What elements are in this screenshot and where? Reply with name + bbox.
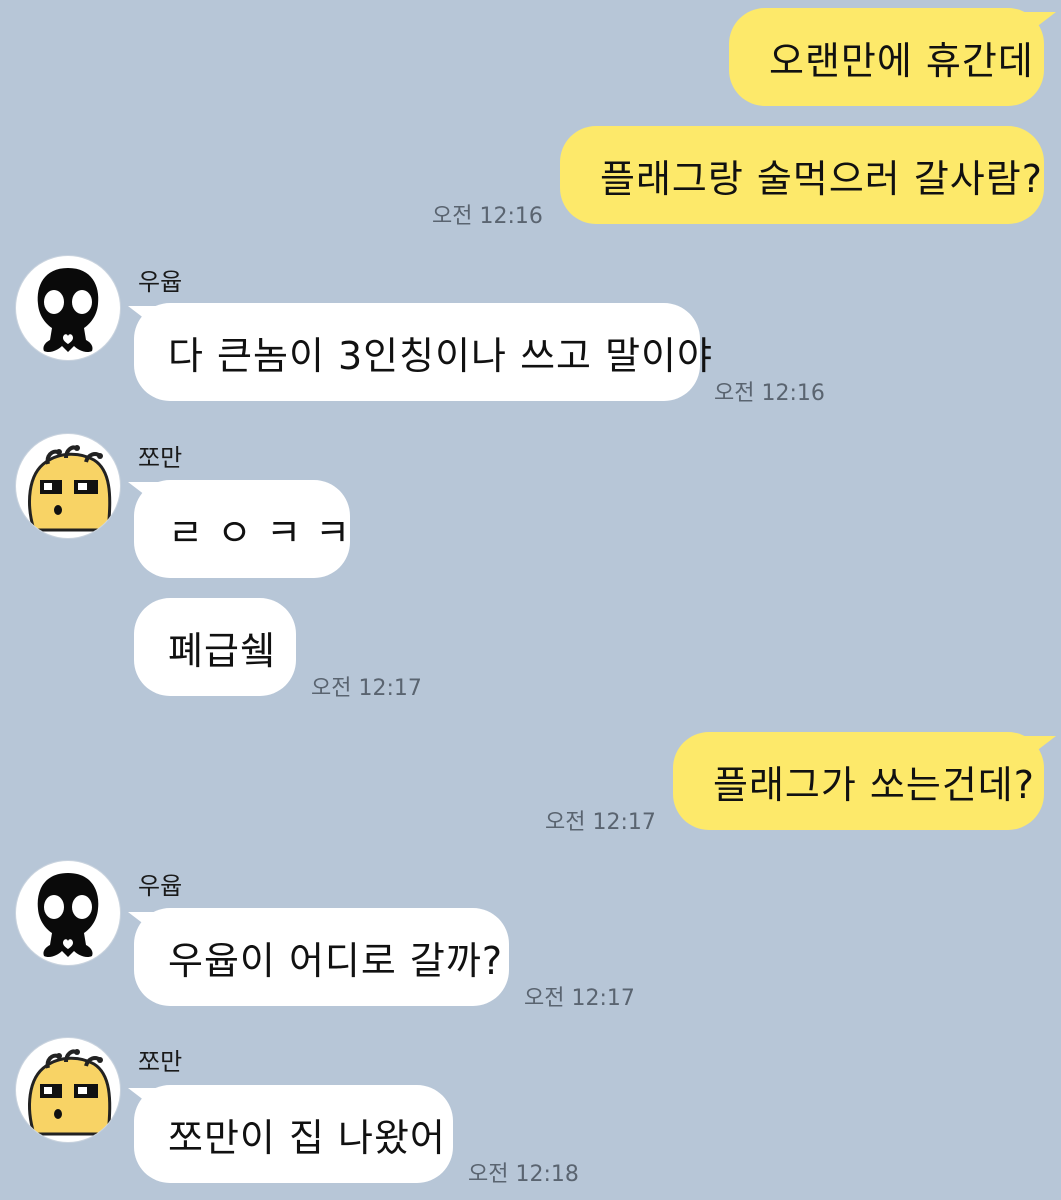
sender-avatar[interactable] xyxy=(16,434,120,538)
message-timestamp: 오전 12:16 xyxy=(432,204,543,229)
sender-name: 쪼만 xyxy=(138,1048,183,1076)
message-text: 오랜만에 휴간데 xyxy=(769,38,1034,83)
message-text: 플래그랑 술먹으러 갈사람? xyxy=(600,156,1043,201)
message-timestamp: 오전 12:17 xyxy=(311,676,422,701)
incoming-message-bubble[interactable]: ㄹ ㅇ ㅋ ㅋ xyxy=(134,480,350,578)
incoming-message-bubble[interactable]: 우윱이 어디로 갈까? xyxy=(134,908,509,1006)
message-text: 우윱이 어디로 갈까? xyxy=(168,938,504,983)
bubble-tail xyxy=(1022,12,1056,38)
message-text: 다 큰놈이 3인칭이나 쓰고 말이야 xyxy=(168,333,713,378)
message-timestamp: 오전 12:16 xyxy=(714,381,825,406)
sender-name: 우윱 xyxy=(138,872,183,900)
sender-name: 우윱 xyxy=(138,268,183,296)
bubble-tail xyxy=(1022,736,1056,762)
incoming-message-bubble[interactable]: 폐급쉨 xyxy=(134,598,296,696)
sender-avatar[interactable] xyxy=(16,1038,120,1142)
outgoing-message-bubble[interactable]: 플래그랑 술먹으러 갈사람? xyxy=(560,126,1044,224)
incoming-message-bubble[interactable]: 쪼만이 집 나왔어 xyxy=(134,1085,453,1183)
message-timestamp: 오전 12:18 xyxy=(468,1162,579,1187)
sender-avatar[interactable] xyxy=(16,256,120,360)
message-text: ㄹ ㅇ ㅋ ㅋ xyxy=(168,510,352,555)
skull-avatar-icon xyxy=(37,873,99,958)
outgoing-message-bubble[interactable]: 플래그가 쏘는건데? xyxy=(673,732,1044,830)
message-text: 폐급쉨 xyxy=(168,628,276,673)
incoming-message-bubble[interactable]: 다 큰놈이 3인칭이나 쓰고 말이야 xyxy=(134,303,712,401)
sender-avatar[interactable] xyxy=(16,861,120,965)
outgoing-message-bubble[interactable]: 오랜만에 휴간데 xyxy=(729,8,1044,106)
sender-name: 쪼만 xyxy=(138,444,183,472)
message-timestamp: 오전 12:17 xyxy=(545,810,656,835)
yellow-blob-avatar-icon xyxy=(28,1049,112,1136)
yellow-blob-avatar-icon xyxy=(28,445,112,532)
message-timestamp: 오전 12:17 xyxy=(524,986,635,1011)
message-text: 쪼만이 집 나왔어 xyxy=(168,1115,446,1160)
chat-room: 오랜만에 휴간데 플래그랑 술먹으러 갈사람? 오전 12:16 우윱 다 큰놈… xyxy=(0,0,1061,1200)
message-text: 플래그가 쏘는건데? xyxy=(713,762,1035,807)
skull-avatar-icon xyxy=(37,268,99,353)
